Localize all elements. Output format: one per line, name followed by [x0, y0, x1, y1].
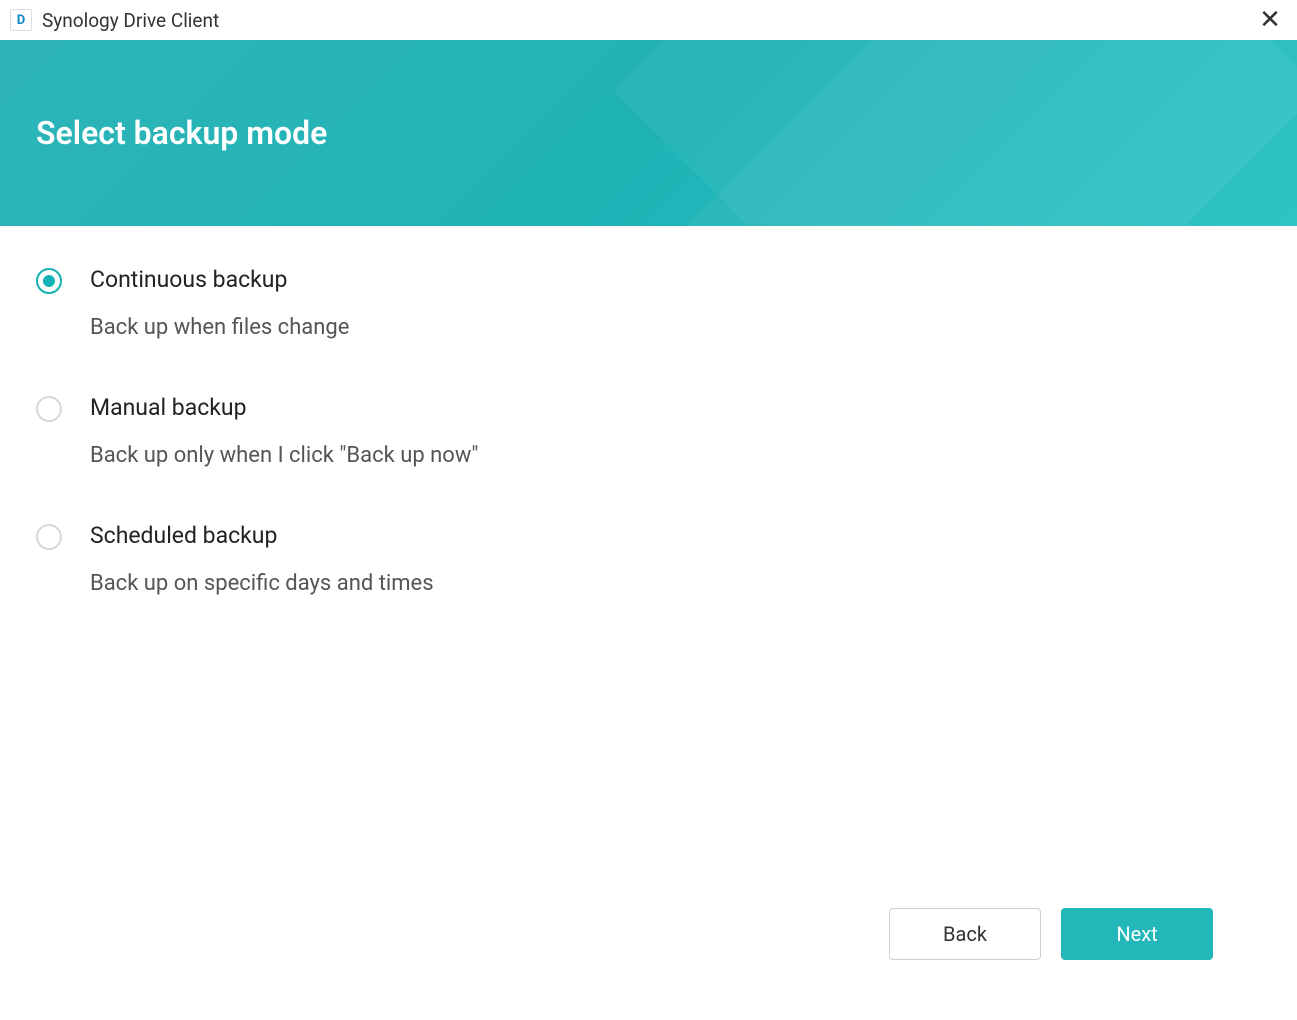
footer-buttons: Back Next [36, 888, 1261, 1000]
page-title: Select backup mode [36, 114, 327, 152]
close-icon[interactable]: ✕ [1255, 5, 1285, 35]
radio-description: Back up when files change [90, 315, 349, 340]
app-title: Synology Drive Client [42, 9, 1255, 32]
radio-icon [36, 524, 62, 550]
radio-texts: Continuous backup Back up when files cha… [90, 266, 349, 340]
header-banner: Select backup mode [0, 40, 1297, 226]
radio-icon [36, 268, 62, 294]
radio-label: Continuous backup [90, 266, 349, 293]
radio-option-manual[interactable]: Manual backup Back up only when I click … [36, 394, 1261, 468]
radio-description: Back up only when I click "Back up now" [90, 443, 478, 468]
title-bar: D Synology Drive Client ✕ [0, 0, 1297, 40]
radio-description: Back up on specific days and times [90, 571, 434, 596]
next-button[interactable]: Next [1061, 908, 1213, 960]
radio-icon [36, 396, 62, 422]
back-button[interactable]: Back [889, 908, 1041, 960]
radio-option-scheduled[interactable]: Scheduled backup Back up on specific day… [36, 522, 1261, 596]
radio-texts: Scheduled backup Back up on specific day… [90, 522, 434, 596]
radio-texts: Manual backup Back up only when I click … [90, 394, 478, 468]
app-icon: D [10, 9, 32, 31]
radio-label: Manual backup [90, 394, 478, 421]
backup-mode-radio-group: Continuous backup Back up when files cha… [36, 266, 1261, 888]
content-area: Continuous backup Back up when files cha… [0, 226, 1297, 1020]
radio-option-continuous[interactable]: Continuous backup Back up when files cha… [36, 266, 1261, 340]
radio-label: Scheduled backup [90, 522, 434, 549]
